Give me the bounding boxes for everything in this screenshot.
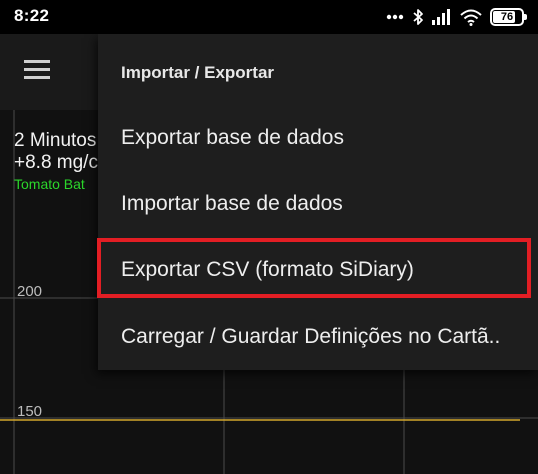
menu-item-export-database[interactable]: Exportar base de dados: [98, 105, 538, 171]
wifi-icon: [460, 9, 482, 26]
info-time-since: 2 Minutos: [14, 130, 97, 151]
menu-item-export-csv[interactable]: Exportar CSV (formato SiDiary): [98, 237, 538, 303]
menu-title: Importar / Exportar: [121, 63, 275, 82]
import-export-menu: Importar / Exportar Exportar base de dad…: [98, 34, 538, 370]
info-source: Tomato Bat: [14, 176, 85, 192]
signal-icon: [432, 9, 450, 25]
y-tick-label: 200: [17, 283, 42, 300]
menu-item-load-save-settings[interactable]: Carregar / Guardar Definições no Cartã..: [98, 304, 538, 370]
info-panel: 2 Minutos +8.8 mg/c Tomato Bat: [14, 130, 98, 194]
battery-icon: 76: [490, 8, 527, 26]
menu-item-import-database[interactable]: Importar base de dados: [98, 171, 538, 237]
status-time: 8:22: [14, 6, 50, 25]
y-tick-label: 150: [17, 403, 42, 420]
info-delta: +8.8 mg/c: [14, 152, 98, 173]
bluetooth-icon: [413, 9, 423, 25]
status-icons: 76: [386, 6, 527, 28]
more-dots-icon: [386, 14, 404, 20]
hamburger-menu-icon[interactable]: [24, 60, 52, 82]
battery-level: 76: [500, 11, 514, 23]
status-bar: 8:22 76: [0, 0, 538, 34]
